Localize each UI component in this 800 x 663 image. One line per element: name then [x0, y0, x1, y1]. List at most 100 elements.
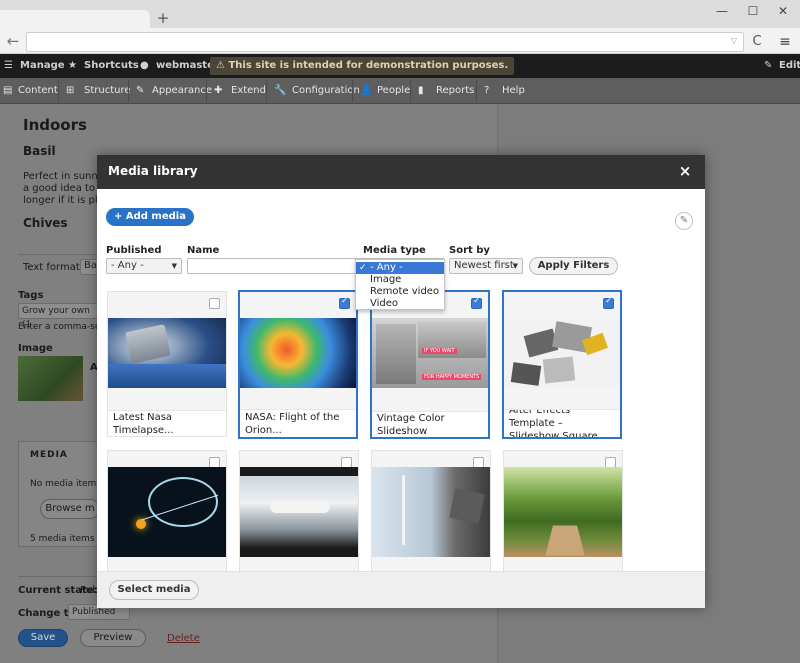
media-thumbnail	[504, 467, 622, 557]
tray-divider	[476, 80, 477, 102]
body-text-line: Perfect in sunny	[23, 171, 104, 182]
no-media-text: No media items	[30, 479, 102, 489]
tray-divider	[410, 80, 411, 102]
add-media-button[interactable]: + Add media	[106, 208, 194, 226]
appearance-icon: ✎	[136, 85, 145, 96]
text-format-label: Text format	[23, 262, 80, 273]
browser-menu-icon[interactable]: ≡	[776, 33, 794, 51]
browser-chrome: + — ☐ ✕ ← ▽ C ≡	[0, 0, 800, 54]
wrench-icon: 🔧	[274, 85, 287, 96]
media-thumbnail	[108, 318, 226, 388]
media-library-dialog: Media library × + Add media ✎ Published …	[97, 155, 705, 608]
toolbar-shortcuts[interactable]: Shortcuts	[84, 54, 139, 78]
media-thumbnail	[504, 318, 620, 388]
media-item[interactable]	[239, 450, 359, 571]
delete-link[interactable]: Delete	[167, 633, 200, 644]
media-item-caption: Latest Nasa Timelapse...	[108, 410, 226, 436]
media-item[interactable]	[107, 450, 227, 571]
new-tab-button[interactable]: +	[156, 10, 170, 26]
heading-chives: Chives	[23, 216, 68, 230]
media-item[interactable]: IF YOU WAIT FOR HAPPY MOMENTS Vintage Co…	[370, 290, 490, 439]
tab-strip: + — ☐ ✕	[0, 0, 800, 30]
tray-divider	[266, 80, 267, 102]
tray-divider	[58, 80, 59, 102]
image-thumbnail	[18, 356, 83, 401]
media-grid: Latest Nasa Timelapse... NASA: Flight of…	[97, 287, 705, 571]
media-thumbnail: IF YOU WAIT FOR HAPPY MOMENTS	[372, 318, 488, 388]
star-icon: ★	[68, 60, 77, 71]
media-item[interactable]	[503, 450, 623, 571]
media-heading: MEDIA	[30, 450, 68, 460]
browser-tab[interactable]	[0, 10, 150, 30]
back-arrow-icon[interactable]: ←	[4, 33, 22, 51]
media-item-caption: After Effects Template – Slideshow Squar…	[504, 409, 620, 437]
reload-icon[interactable]: C	[748, 33, 766, 51]
media-thumbnail	[240, 467, 358, 557]
demo-warning-badge: ⚠ This site is intended for demonstratio…	[210, 57, 515, 75]
media-item-checkbox[interactable]	[339, 296, 350, 309]
address-dropdown-icon[interactable]: ▽	[731, 36, 737, 45]
close-icon[interactable]: ×	[677, 162, 693, 180]
manage-hamburger-icon[interactable]: ☰	[4, 54, 13, 78]
sort-by-select[interactable]: Newest first ▼	[449, 258, 523, 274]
content-icon: ▤	[3, 85, 13, 96]
media-item-checkbox[interactable]	[209, 298, 220, 309]
tray-configuration[interactable]: Configuration	[292, 78, 360, 104]
image-label: Image	[18, 343, 53, 354]
close-window-icon[interactable]: ✕	[773, 2, 793, 20]
admin-tray: ▤ Content ⊞ Structure ✎ Appearance ✚ Ext…	[0, 78, 800, 104]
media-type-label: Media type	[363, 245, 426, 256]
toolbar-manage[interactable]: Manage	[20, 54, 65, 78]
user-icon: ●	[140, 60, 149, 71]
media-item-caption: Vintage Color Slideshow	[372, 411, 488, 437]
tray-reports[interactable]: Reports	[436, 78, 474, 104]
heading-basil: Basil	[23, 144, 56, 158]
name-label: Name	[187, 245, 220, 256]
media-type-option-remote-video[interactable]: Remote video	[356, 286, 444, 298]
media-item[interactable]	[371, 450, 491, 571]
reports-icon: ▮	[418, 85, 424, 96]
tray-extend[interactable]: Extend	[231, 78, 266, 104]
preview-button[interactable]: Preview	[80, 629, 146, 647]
edit-pencil-icon[interactable]: ✎	[764, 54, 772, 78]
media-type-option-video[interactable]: Video	[356, 298, 444, 310]
media-thumbnail	[108, 467, 226, 557]
media-thumbnail	[372, 467, 490, 557]
browse-media-button[interactable]: Browse m	[40, 499, 100, 519]
sort-by-label: Sort by	[449, 245, 490, 256]
media-item-checkbox[interactable]	[603, 296, 614, 309]
thumb-overlay-text: IF YOU WAIT	[422, 348, 457, 354]
thumb-overlay-text: FOR HAPPY MOMENTS	[422, 374, 482, 380]
save-button[interactable]: Save	[18, 629, 68, 647]
media-item[interactable]: NASA: Flight of the Orion...	[238, 290, 358, 439]
name-input[interactable]	[187, 258, 357, 274]
published-select[interactable]: - Any - ▼	[106, 258, 182, 274]
people-icon: 👤	[360, 85, 373, 96]
media-thumbnail	[240, 318, 356, 388]
pencil-icon[interactable]: ✎	[675, 212, 693, 230]
published-label: Published	[106, 245, 162, 256]
media-item-caption: NASA: Flight of the Orion...	[240, 409, 356, 437]
minimize-icon[interactable]: —	[712, 2, 732, 20]
apply-filters-button[interactable]: Apply Filters	[529, 257, 618, 275]
media-item[interactable]: After Effects Template – Slideshow Squar…	[502, 290, 622, 439]
media-type-option-any[interactable]: ✓ - Any -	[356, 262, 444, 274]
tray-people[interactable]: People	[377, 78, 410, 104]
media-type-option-image[interactable]: Image	[356, 274, 444, 286]
select-media-button[interactable]: Select media	[109, 580, 199, 600]
tray-help[interactable]: Help	[502, 78, 525, 104]
tray-appearance[interactable]: Appearance	[152, 78, 212, 104]
tray-divider	[206, 80, 207, 102]
address-bar[interactable]: ▽	[26, 32, 744, 52]
browser-toolbar: ← ▽ C ≡	[0, 30, 800, 54]
dialog-footer: Select media	[97, 571, 705, 608]
tray-structure[interactable]: Structure	[84, 78, 131, 104]
dialog-header: Media library ×	[97, 155, 705, 189]
tags-label: Tags	[18, 290, 44, 301]
maximize-icon[interactable]: ☐	[743, 2, 763, 20]
media-item-checkbox[interactable]	[471, 296, 482, 309]
media-item[interactable]: Latest Nasa Timelapse...	[107, 291, 227, 437]
tray-content[interactable]: Content	[18, 78, 58, 104]
toolbar-edit[interactable]: Edit	[779, 54, 800, 78]
tags-input[interactable]: Grow your own (1	[18, 303, 98, 330]
